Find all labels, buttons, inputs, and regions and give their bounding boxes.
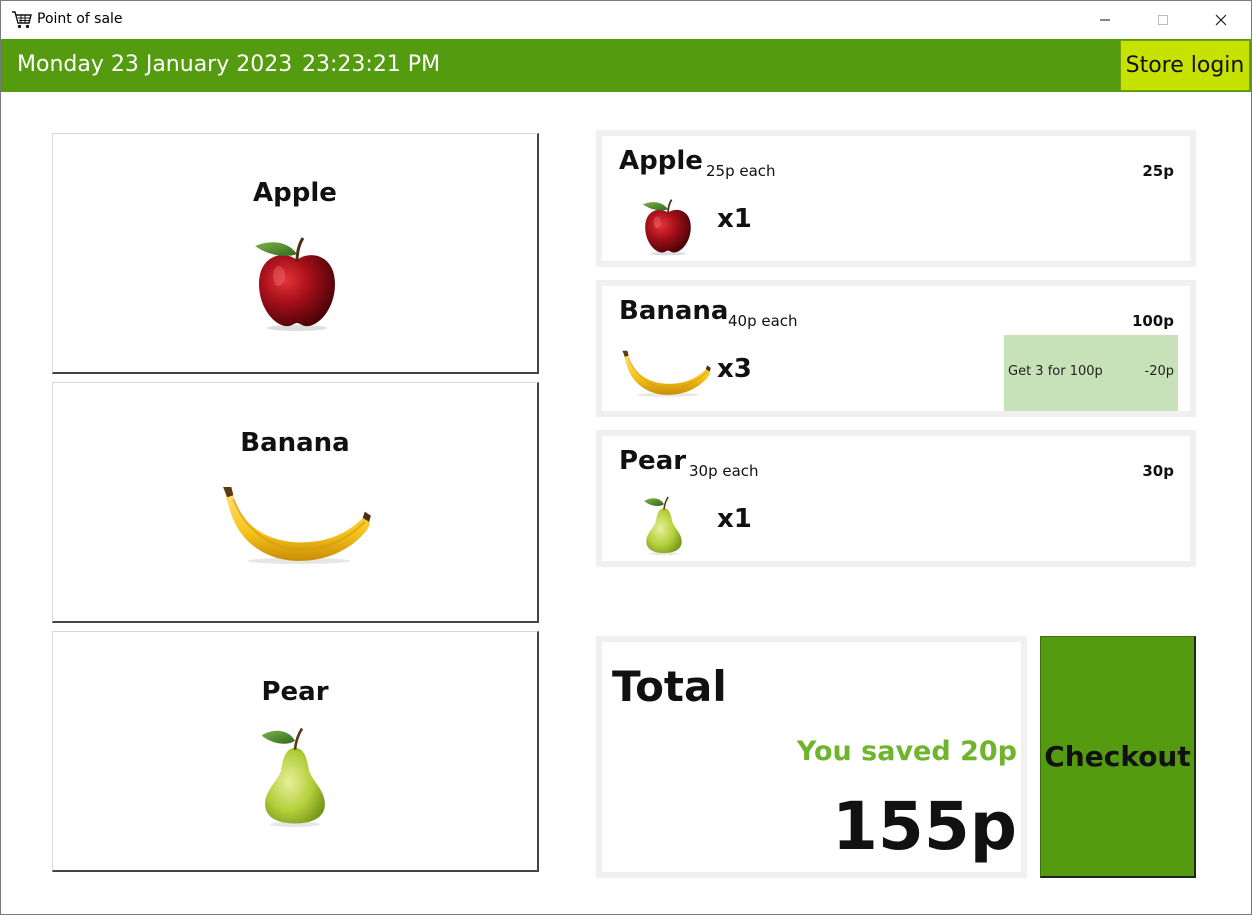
product-button-pear[interactable]: Pear	[52, 631, 539, 872]
minimize-icon	[1100, 19, 1110, 21]
shopping-cart-icon	[12, 11, 32, 29]
title-bar: Point of sale	[1, 1, 1251, 39]
cart-item-name: Banana	[619, 296, 729, 326]
apple-icon	[638, 196, 698, 256]
cart-item-line-price: 100p	[1131, 312, 1174, 330]
window-title: Point of sale	[37, 11, 123, 27]
pear-icon	[251, 716, 339, 836]
cart-item-quantity: x3	[717, 354, 752, 384]
minimize-button[interactable]	[1076, 1, 1134, 39]
banana-icon	[620, 348, 712, 400]
close-button[interactable]	[1192, 1, 1250, 39]
checkout-button[interactable]: Checkout	[1040, 636, 1196, 878]
product-name: Apple	[253, 178, 337, 208]
maximize-button[interactable]	[1134, 1, 1192, 39]
banana-icon	[219, 483, 373, 569]
product-button-banana[interactable]: Banana	[52, 382, 539, 623]
store-login-button[interactable]: Store login	[1120, 40, 1250, 91]
product-button-apple[interactable]: Apple	[52, 133, 539, 374]
cart-item-apple[interactable]: Apple 25p each 25p x1	[596, 130, 1196, 267]
cart-item-unit-price: 30p each	[689, 462, 759, 480]
cart-item-quantity: x1	[717, 204, 752, 234]
total-panel: Total You saved 20p 155p	[596, 636, 1027, 878]
cart-item-line-price: 25p	[1142, 162, 1174, 180]
maximize-icon	[1158, 15, 1168, 25]
cart-item-unit-price: 40p each	[728, 312, 798, 330]
offer-label: Get 3 for 100p	[1008, 364, 1103, 379]
cart-item-banana[interactable]: Banana 40p each 100p x3 Get 3 for 100p -…	[596, 280, 1196, 417]
product-name: Banana	[240, 428, 350, 458]
close-icon	[1215, 14, 1227, 26]
total-label: Total	[612, 662, 727, 711]
current-date: Monday 23 January 2023	[17, 52, 293, 77]
pos-window: Point of sale Monday 23 January 2023 23:…	[0, 0, 1252, 915]
cart-item-name: Apple	[619, 146, 703, 176]
savings-text: You saved 20p	[796, 736, 1017, 767]
current-time: 23:23:21 PM	[302, 52, 441, 77]
cart-item-unit-price: 25p each	[706, 162, 776, 180]
header-bar: Monday 23 January 2023 23:23:21 PM Store…	[1, 39, 1251, 92]
pear-icon	[638, 490, 690, 560]
cart-item-line-price: 30p	[1142, 462, 1174, 480]
offer-badge: Get 3 for 100p -20p	[1004, 335, 1178, 411]
offer-discount: -20p	[1144, 364, 1175, 379]
apple-icon	[245, 232, 349, 332]
product-name: Pear	[261, 677, 329, 707]
total-amount: 155p	[831, 788, 1017, 865]
cart-item-pear[interactable]: Pear 30p each 30p x1	[596, 430, 1196, 567]
cart-item-name: Pear	[619, 446, 687, 476]
cart-item-quantity: x1	[717, 504, 752, 534]
